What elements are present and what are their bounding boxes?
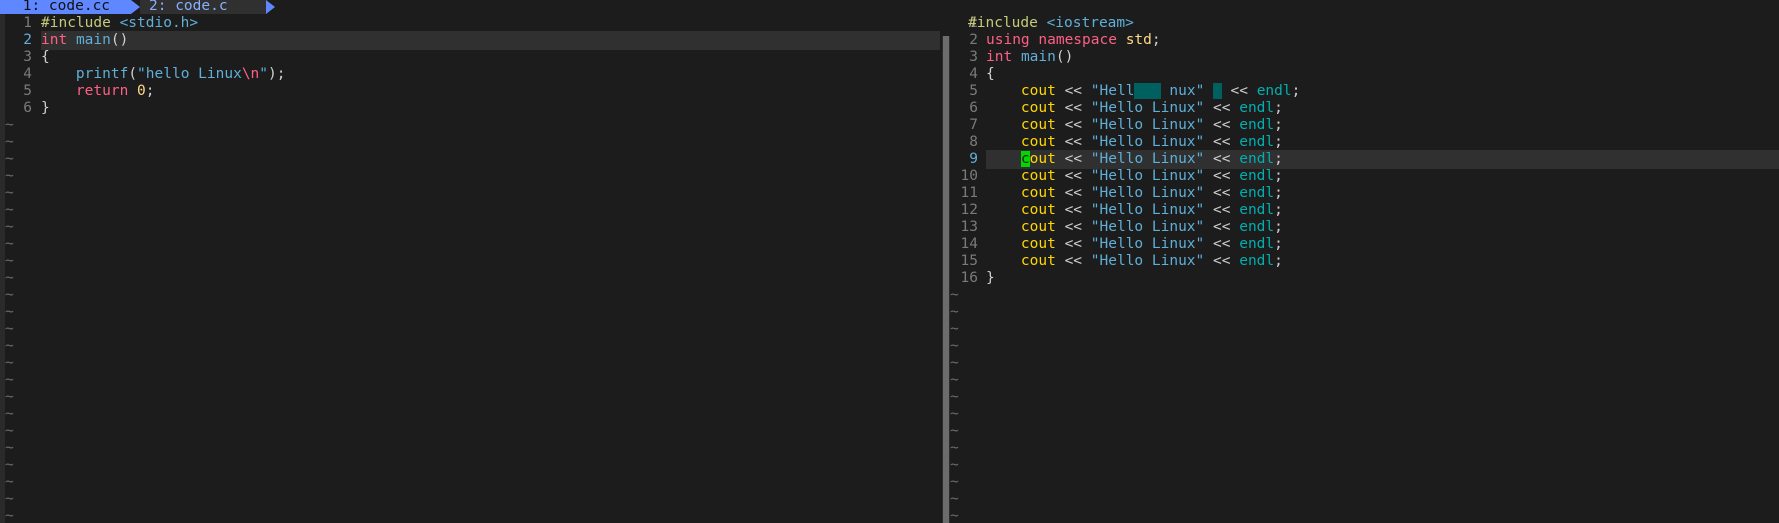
endl-identifier: endl [1239, 168, 1275, 184]
string-literal: "Hello Linux" [1090, 117, 1205, 133]
string-literal: "Hell [1090, 83, 1135, 99]
string-literal: "Hello Linux" [1090, 100, 1205, 116]
cout-identifier: cout [1020, 100, 1056, 116]
namespace-keyword: namespace [1038, 32, 1117, 48]
string-literal: "Hello Linux" [1090, 134, 1205, 150]
endl-identifier: endl [1239, 151, 1275, 167]
split-top [942, 14, 950, 36]
search-highlight: x [1213, 83, 1222, 99]
endl-identifier: endl [1239, 219, 1275, 235]
string-literal: "Hello Linux" [1090, 151, 1205, 167]
include-path: <stdio.h> [119, 15, 199, 31]
preproc-directive: #include [41, 15, 111, 31]
editor-pane-left[interactable]: 1 #include <stdio.h> 2 int main() 3 { 4 … [0, 14, 940, 523]
tab-separator-icon [266, 0, 275, 14]
cout-identifier: cout [1020, 168, 1056, 184]
string-literal: "Hello Linux" [1090, 236, 1205, 252]
endl-identifier: endl [1239, 100, 1275, 116]
tab-code-cc[interactable]: 1: code.cc [0, 0, 131, 14]
escape-sequence: \n [241, 66, 260, 82]
code-line[interactable]: 6 } [0, 99, 940, 118]
tabline: 1: code.cc 2: code.c [0, 0, 1779, 14]
endl-identifier: endl [1239, 134, 1275, 150]
string-literal: "Hello Linux" [1090, 185, 1205, 201]
type-keyword: int [986, 49, 1013, 65]
cout-identifier: out [1029, 151, 1056, 167]
string-literal: "Hello Linux" [1090, 219, 1205, 235]
include-path: <iostream> [1046, 15, 1134, 31]
namespace-name: std [1125, 32, 1152, 48]
tab-code-c[interactable]: 2: code.c [140, 0, 267, 14]
cout-identifier: cout [1020, 83, 1056, 99]
brace-close: } [986, 270, 995, 286]
endl-identifier: endl [1256, 83, 1292, 99]
preproc-directive: #include [968, 15, 1038, 31]
type-keyword: int [41, 32, 68, 48]
cout-identifier: cout [1020, 185, 1056, 201]
endl-identifier: endl [1239, 236, 1275, 252]
endl-identifier: endl [1239, 202, 1275, 218]
endl-identifier: endl [1239, 117, 1275, 133]
empty-line-marker: ~ [5, 508, 14, 523]
code-line[interactable]: 16 } [950, 269, 1779, 288]
cout-identifier: cout [1020, 117, 1056, 133]
string-literal: "Hello Linux" [1090, 202, 1205, 218]
string-literal: "hello Linux [137, 66, 242, 82]
vertical-split-divider[interactable] [942, 36, 950, 523]
search-highlight: oLi [1134, 83, 1161, 99]
empty-line-marker: ~ [950, 508, 959, 523]
cout-identifier: cout [1020, 219, 1056, 235]
string-literal: "Hello Linux" [1090, 168, 1205, 184]
function-name: main [1020, 49, 1056, 65]
cout-identifier: cout [1020, 134, 1056, 150]
brace-close: } [41, 100, 50, 116]
text-cursor[interactable]: c [1020, 151, 1030, 167]
endl-identifier: endl [1239, 185, 1275, 201]
cout-identifier: cout [1020, 253, 1056, 269]
function-name: main [75, 32, 111, 48]
number-literal: 0 [137, 83, 146, 99]
function-name: printf [75, 66, 129, 82]
cout-identifier: cout [1020, 236, 1056, 252]
paren: () [110, 32, 129, 48]
endl-identifier: endl [1239, 253, 1275, 269]
return-keyword: return [75, 83, 129, 99]
editor-pane-right[interactable]: 1 #include <iostream> 2 using namespace … [950, 14, 1779, 523]
cout-identifier: cout [1020, 202, 1056, 218]
using-keyword: using [986, 32, 1030, 48]
string-literal: "Hello Linux" [1090, 253, 1205, 269]
tab-separator-icon [131, 0, 140, 14]
